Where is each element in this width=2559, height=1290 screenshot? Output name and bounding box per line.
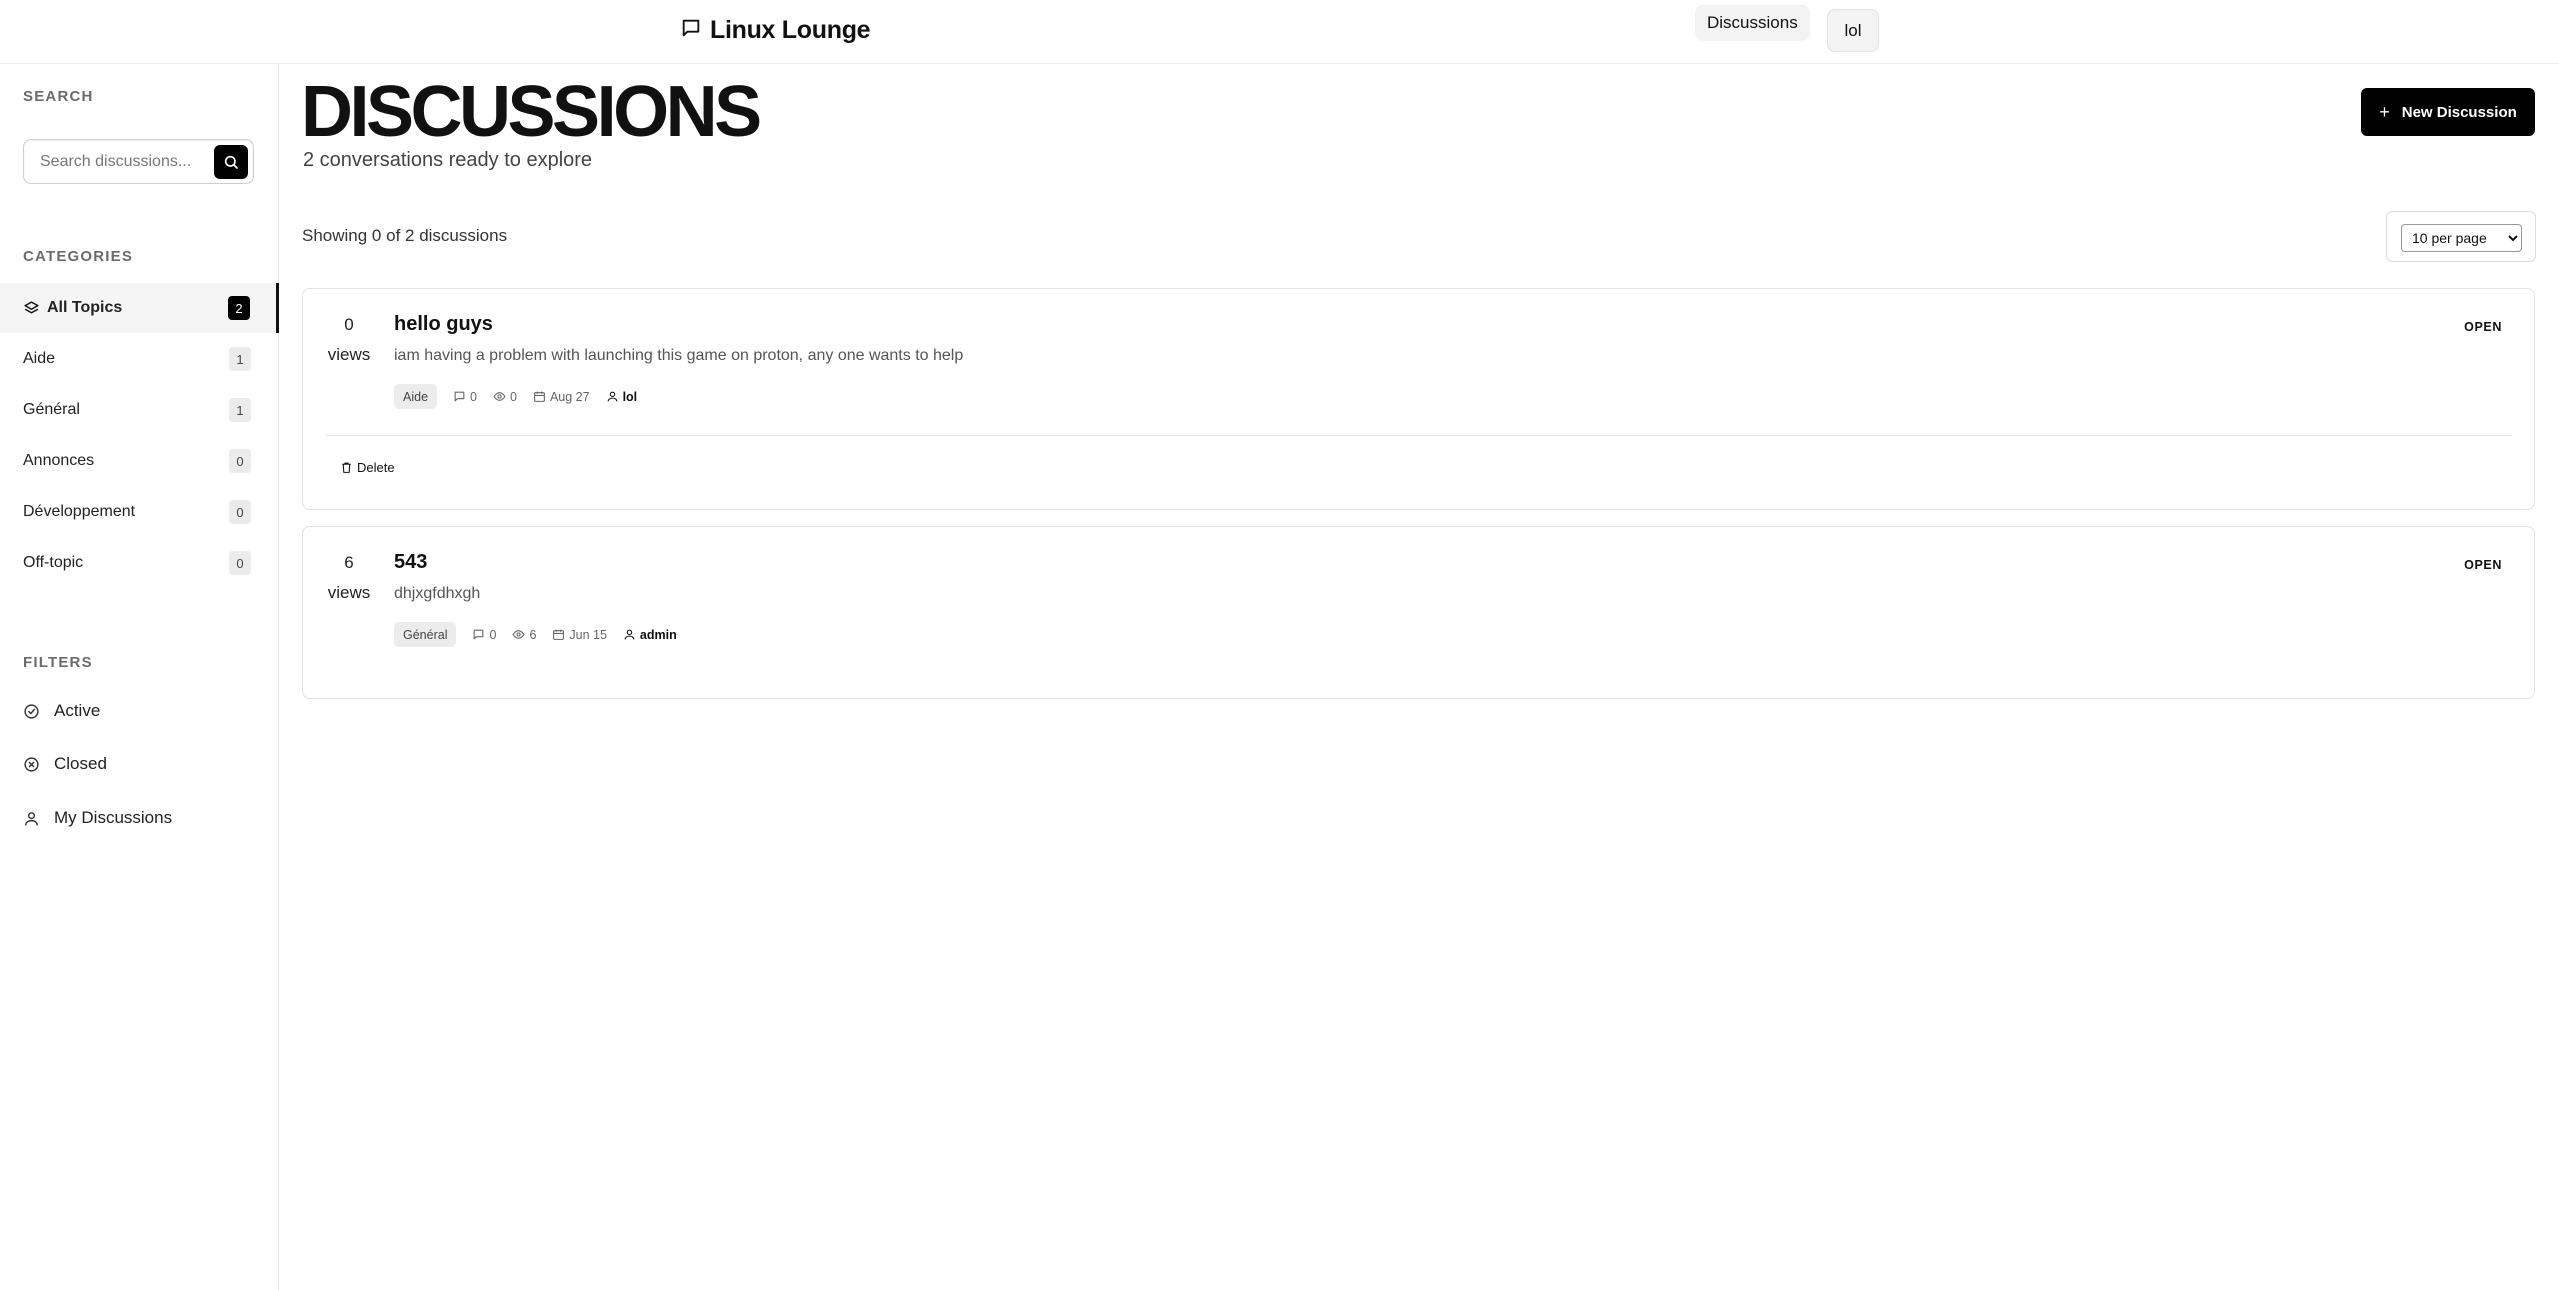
discussion-excerpt: iam having a problem with launching this… bbox=[394, 347, 964, 364]
filter-label: Active bbox=[54, 701, 101, 720]
category-count-badge: 1 bbox=[229, 398, 251, 422]
discussion-meta: Aide 0 0 Aug 27 lol bbox=[394, 384, 653, 409]
category-label: All Topics bbox=[47, 299, 123, 316]
category-count-badge: 2 bbox=[228, 296, 250, 320]
category-count-badge: 0 bbox=[229, 551, 251, 575]
chat-bubble-icon bbox=[680, 17, 702, 44]
category-label: Annonces bbox=[23, 452, 95, 469]
calendar-icon bbox=[534, 391, 545, 402]
category-tag[interactable]: Aide bbox=[394, 384, 438, 409]
comment-icon bbox=[454, 391, 465, 402]
sidebar: SEARCH CATEGORIES All Topics 2 Aide 1 Gé… bbox=[0, 64, 279, 1290]
page-title: DISCUSSIONS bbox=[301, 72, 762, 152]
user-icon bbox=[25, 811, 38, 826]
category-general[interactable]: Général 1 bbox=[0, 385, 279, 435]
search-box bbox=[23, 139, 254, 184]
views-label: views bbox=[327, 583, 371, 602]
date-meta: Jun 15 bbox=[552, 628, 607, 642]
user-icon bbox=[607, 391, 617, 402]
discussion-excerpt: dhjxgfdhxgh bbox=[394, 585, 481, 602]
category-tag[interactable]: Général bbox=[394, 622, 457, 647]
per-page-container: 10 per page bbox=[2386, 211, 2536, 262]
delete-label: Delete bbox=[357, 460, 395, 475]
search-button[interactable] bbox=[214, 145, 248, 179]
category-label: Général bbox=[23, 401, 80, 418]
comments-count: 0 bbox=[453, 390, 477, 404]
date-value: Jun 15 bbox=[569, 627, 607, 642]
card-divider bbox=[325, 435, 2512, 436]
user-icon bbox=[624, 629, 635, 640]
search-input[interactable] bbox=[26, 142, 212, 181]
plus-icon: + bbox=[2379, 101, 2390, 122]
new-discussion-label: New Discussion bbox=[2401, 103, 2517, 121]
check-circle-icon bbox=[24, 703, 39, 719]
comments-value: 0 bbox=[489, 627, 497, 642]
author-name: lol bbox=[622, 389, 638, 404]
category-count-badge: 0 bbox=[229, 449, 251, 473]
filter-active[interactable]: Active bbox=[23, 701, 100, 721]
page-subtitle: 2 conversations ready to explore bbox=[303, 149, 593, 171]
comments-value: 0 bbox=[470, 389, 477, 404]
comment-icon bbox=[474, 629, 484, 640]
views-label: views bbox=[327, 345, 371, 364]
comments-count: 0 bbox=[472, 628, 496, 642]
author-meta[interactable]: lol bbox=[606, 389, 638, 404]
search-heading: SEARCH bbox=[23, 88, 94, 105]
category-label: Off-topic bbox=[23, 554, 84, 571]
top-bar: Linux Lounge Discussions lol bbox=[0, 0, 2559, 64]
views-number: 6 bbox=[344, 553, 354, 572]
results-count: Showing 0 of 2 discussions bbox=[302, 226, 508, 245]
discussion-meta: Général 0 6 Jun 15 admin bbox=[394, 622, 693, 647]
date-value: Aug 27 bbox=[549, 389, 590, 404]
views-number: 0 bbox=[344, 315, 354, 334]
new-discussion-button[interactable]: + New Discussion bbox=[2361, 88, 2535, 136]
discussion-title[interactable]: 543 bbox=[394, 551, 427, 574]
eye-icon bbox=[493, 392, 506, 401]
nav-discussions-link[interactable]: Discussions bbox=[1695, 5, 1810, 41]
category-count-badge: 0 bbox=[229, 500, 251, 524]
filter-my-discussions[interactable]: My Discussions bbox=[23, 808, 172, 828]
status-badge: OPEN bbox=[2464, 320, 2502, 334]
delete-button[interactable]: Delete bbox=[340, 460, 395, 475]
category-all-topics[interactable]: All Topics 2 bbox=[0, 283, 279, 333]
category-developpement[interactable]: Développement 0 bbox=[0, 487, 279, 537]
category-count-badge: 1 bbox=[229, 347, 251, 371]
filters-heading: FILTERS bbox=[23, 654, 93, 671]
views-meta: 6 bbox=[512, 628, 536, 642]
categories-heading: CATEGORIES bbox=[23, 248, 134, 265]
calendar-icon bbox=[553, 629, 565, 640]
status-badge: OPEN bbox=[2464, 558, 2502, 572]
author-meta[interactable]: admin bbox=[623, 628, 677, 642]
views-meta-value: 0 bbox=[509, 389, 517, 404]
filter-closed[interactable]: Closed bbox=[23, 754, 107, 774]
layers-icon bbox=[24, 300, 39, 313]
category-label: Développement bbox=[23, 503, 136, 520]
user-menu-button[interactable]: lol bbox=[1827, 9, 1879, 52]
eye-icon bbox=[512, 630, 525, 639]
x-circle-icon bbox=[24, 756, 39, 772]
category-label: Aide bbox=[23, 350, 56, 367]
discussion-card[interactable]: 6 views 543 dhjxgfdhxgh Général 0 6 Jun … bbox=[302, 526, 2535, 699]
app-title: Linux Lounge bbox=[710, 16, 871, 44]
views-meta-value: 6 bbox=[529, 627, 537, 642]
filter-label: Closed bbox=[54, 754, 107, 773]
discussion-card[interactable]: 0 views hello guys iam having a problem … bbox=[302, 288, 2535, 510]
author-name: admin bbox=[639, 627, 677, 642]
per-page-select[interactable]: 10 per page bbox=[2401, 224, 2522, 252]
trash-icon bbox=[342, 462, 351, 473]
brand[interactable]: Linux Lounge bbox=[680, 16, 871, 45]
discussion-title[interactable]: hello guys bbox=[394, 313, 493, 336]
views-meta: 0 bbox=[493, 390, 517, 404]
category-aide[interactable]: Aide 1 bbox=[0, 334, 279, 384]
search-icon bbox=[224, 155, 238, 169]
date-meta: Aug 27 bbox=[533, 390, 590, 404]
filter-label: My Discussions bbox=[54, 808, 173, 827]
category-annonces[interactable]: Annonces 0 bbox=[0, 436, 279, 486]
category-off-topic[interactable]: Off-topic 0 bbox=[0, 538, 279, 588]
